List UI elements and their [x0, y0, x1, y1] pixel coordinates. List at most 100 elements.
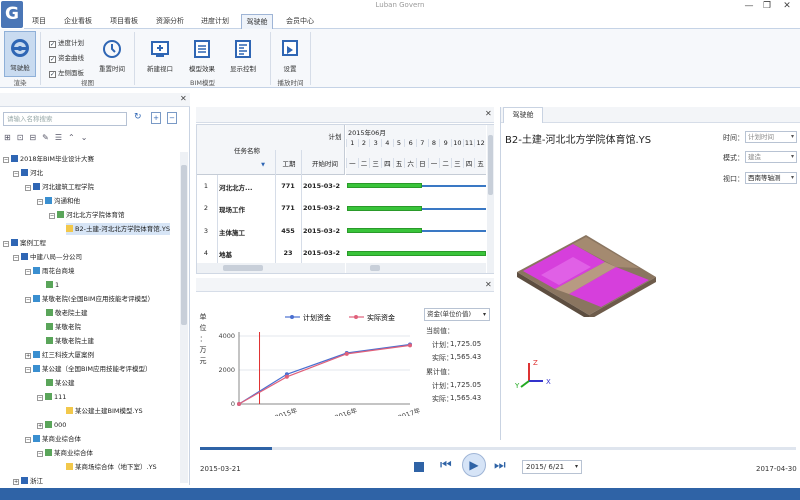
gantt-close-icon[interactable]: ✕ — [485, 109, 492, 118]
gantt-grid-hscroll[interactable] — [197, 263, 345, 273]
left-panel-close-icon[interactable]: ✕ — [180, 94, 187, 103]
timeline-day-number: 8 — [427, 139, 440, 147]
col-duration[interactable]: 工期 — [277, 158, 301, 168]
ribbon: 驾驶舱 ✓ 进度计划 ✓ 资金曲线 ✓ 左侧面板 重置时间 新建视口 模型效果 显示控… — [0, 29, 800, 88]
tree-node[interactable]: + 红三科技大厦案例 — [25, 349, 94, 361]
edit-node-icon[interactable]: ✎ — [42, 133, 55, 142]
row-no: 2 — [203, 204, 209, 212]
timeline-track[interactable] — [200, 447, 796, 450]
col-start[interactable]: 开始时间 — [301, 158, 349, 168]
gantt-bar[interactable] — [347, 228, 422, 233]
col-task-name[interactable]: 任务名称 — [217, 145, 277, 155]
row-task[interactable]: 河北北方... — [219, 182, 275, 192]
tree-node[interactable]: − 某商业综合体 — [37, 447, 93, 459]
tree-node[interactable]: − 雨花台商境 — [25, 265, 75, 277]
fund-type-select[interactable]: 资金(单位价值) ▾ — [424, 308, 490, 321]
close-button[interactable]: ✕ — [778, 0, 796, 13]
add-node-icon[interactable]: ⊞ — [4, 133, 17, 142]
tree-node[interactable]: − 沟通和他 — [37, 195, 80, 207]
timeline-day-number: 3 — [369, 139, 381, 147]
expand-all-icon[interactable]: + — [151, 112, 161, 124]
search-input[interactable]: 请输入名称搜索 — [3, 112, 127, 126]
tab-member-center[interactable]: 会员中心 — [282, 14, 318, 29]
tree-node[interactable]: B2-土建-河北北方学院体育馆.YS — [66, 223, 170, 235]
viewport-select[interactable]: 西南等轴测 ▾ — [745, 172, 797, 184]
tree-node[interactable]: − 河北北方学院体育馆 — [49, 209, 125, 221]
tree-node[interactable]: 某公建土建BIM模型.YS — [66, 405, 143, 417]
minimize-button[interactable]: — — [740, 0, 758, 13]
time-select[interactable]: 计划时间 ▾ — [745, 131, 797, 143]
paste-node-icon[interactable]: ⊟ — [29, 133, 42, 142]
gantt-vscroll[interactable] — [487, 125, 494, 273]
chart-close-icon[interactable]: ✕ — [485, 280, 492, 289]
gantt-bar[interactable] — [347, 206, 422, 211]
reset-time-button[interactable]: 重置时间 — [96, 32, 128, 73]
check-fund-curve[interactable]: ✓ 资金曲线 — [49, 53, 84, 63]
check-schedule[interactable]: ✓ 进度计划 — [49, 38, 84, 48]
row-task[interactable]: 现场工作 — [219, 204, 275, 214]
x-tick-label: 2016年 — [334, 405, 359, 416]
gantt-bar[interactable] — [347, 183, 422, 188]
tree-node[interactable]: 某敬老院土建 — [46, 335, 94, 347]
tree-node[interactable]: 敬老院土建 — [46, 307, 88, 319]
row-task[interactable]: 地基 — [219, 249, 275, 259]
tree-node[interactable]: − 河北建筑工程学院 — [25, 181, 94, 193]
tree-node[interactable]: − 河北 — [13, 167, 43, 179]
cockpit-button[interactable]: 驾驶舱 — [4, 31, 36, 77]
current-date-picker[interactable]: 2015/ 6/21 ▾ — [522, 460, 582, 474]
mode-select[interactable]: 建造 ▾ — [745, 151, 797, 163]
delete-node-icon[interactable]: ☰ — [55, 133, 68, 142]
tab-project-board[interactable]: 项目看板 — [106, 14, 142, 29]
tree-node[interactable]: 某公建 — [46, 377, 75, 389]
tree-node[interactable]: −2018年BIM毕业设计大赛 — [3, 153, 94, 165]
tree-node[interactable]: − 案例工程 — [3, 237, 46, 249]
maximize-button[interactable]: ❐ — [758, 0, 776, 13]
tree-node-label: B2-土建-河北北方学院体育馆.YS — [75, 225, 170, 233]
data-point — [284, 374, 289, 379]
app-logo[interactable]: G — [1, 1, 23, 28]
tab-resource-analysis[interactable]: 资源分析 — [152, 14, 188, 29]
gantt-bar[interactable] — [347, 251, 486, 256]
move-down-icon[interactable]: ⌄ — [81, 133, 94, 142]
stop-icon[interactable] — [414, 462, 424, 472]
tree-node[interactable]: − 某公建（全国BIM应用技能考评模型） — [25, 363, 151, 375]
tree-node[interactable]: +000 — [37, 419, 66, 431]
tree-node[interactable]: 某商场综合体（地下室）.YS — [66, 461, 157, 473]
tree-node[interactable]: 1 — [46, 279, 59, 291]
move-up-icon[interactable]: ⌃ — [68, 133, 81, 142]
display-control-button[interactable]: 显示控制 — [225, 32, 261, 73]
collapse-all-icon[interactable]: − — [167, 112, 177, 124]
tree-node[interactable]: − 某商业综合体 — [25, 433, 81, 445]
rewind-icon[interactable]: ⏮ — [440, 458, 452, 473]
gantt-bar-plan — [422, 208, 486, 210]
tab-cockpit-viewer[interactable]: 驾驶舱 — [503, 107, 543, 123]
gantt-bar-plan — [422, 185, 486, 187]
copy-node-icon[interactable]: ⊡ — [17, 133, 30, 142]
sort-icon[interactable]: ▼ — [259, 162, 267, 168]
tree-node[interactable]: − 某敬老院(全国BIM应用技能考评模型） — [25, 293, 154, 305]
tree-node[interactable]: −111 — [37, 391, 66, 403]
tree-node[interactable]: − 中建八局—分公司 — [13, 251, 82, 263]
tab-project[interactable]: 项目 — [28, 14, 50, 29]
tab-enterprise-board[interactable]: 企业看板 — [60, 14, 96, 29]
settings-button[interactable]: 设置 — [276, 32, 304, 73]
tree-node[interactable]: 某敬老院 — [46, 321, 81, 333]
refresh-icon[interactable]: ↻ — [134, 112, 146, 124]
tree-node[interactable]: + 浙江 — [13, 475, 43, 487]
model-effect-button[interactable]: 模型效果 — [184, 32, 220, 73]
new-view-button[interactable]: 新建视口 — [142, 32, 178, 73]
row-task[interactable]: 主体施工 — [219, 227, 275, 237]
timeline-weekday: 二 — [357, 158, 370, 168]
play-icon[interactable]: ▶ — [462, 453, 486, 477]
tab-schedule[interactable]: 进度计划 — [197, 14, 233, 29]
gantt-timeline-hscroll[interactable] — [346, 263, 486, 273]
fast-forward-icon[interactable]: ⏭ — [494, 458, 506, 473]
tab-cockpit[interactable]: 驾驶舱 — [241, 14, 273, 30]
app-title: Luban Govern — [375, 1, 425, 9]
tree-scrollbar-thumb[interactable] — [181, 165, 187, 325]
mode-select-value: 建造 — [748, 153, 761, 161]
building-model-3d[interactable] — [511, 227, 661, 317]
series-line-1 — [238, 344, 411, 405]
timeline-weekday: 二 — [439, 158, 451, 168]
timeline-day-number: 6 — [404, 139, 416, 147]
